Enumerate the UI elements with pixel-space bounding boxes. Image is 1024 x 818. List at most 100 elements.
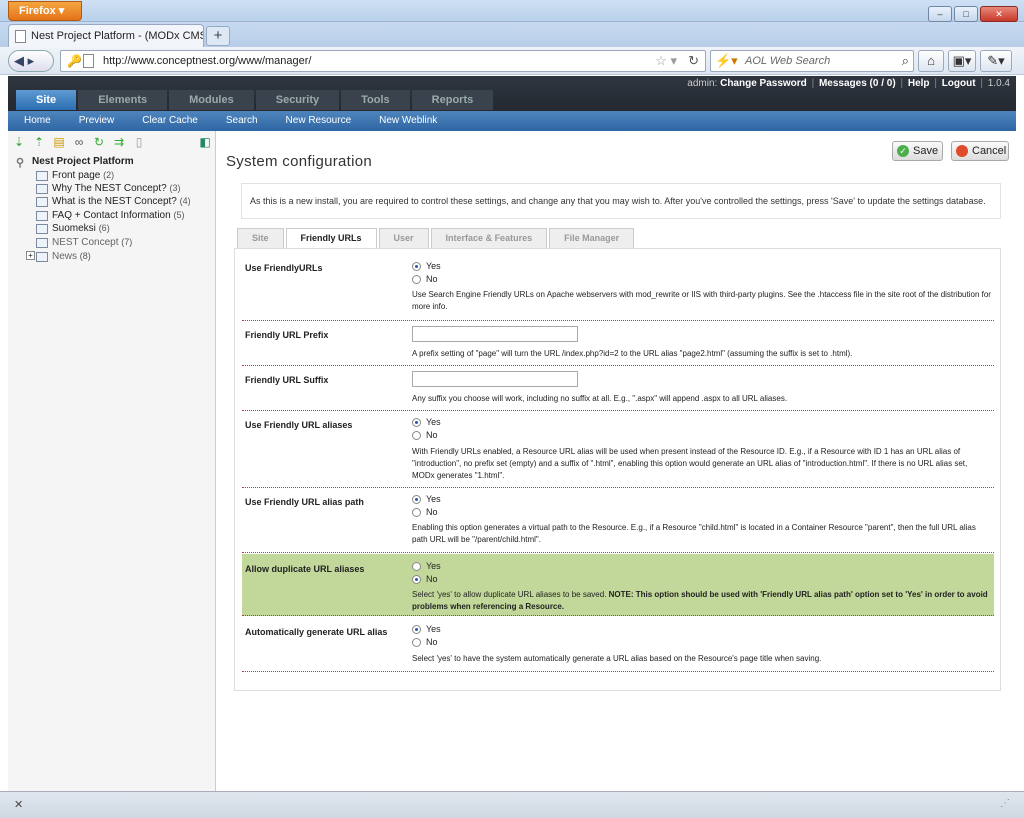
cancel-icon xyxy=(956,145,968,157)
version-label: 1.0.4 xyxy=(987,78,1010,89)
tree-item[interactable]: Why The NEST Concept? (3) xyxy=(36,183,180,194)
check-icon: ✓ xyxy=(897,145,909,157)
new-resource-icon[interactable]: ▤ xyxy=(52,135,66,153)
window-titlebar: Firefox ▾ – □ ✕ xyxy=(0,0,1024,22)
page-title: System configuration xyxy=(226,153,373,170)
nav-tools[interactable]: Tools xyxy=(341,90,410,110)
maximize-button[interactable]: □ xyxy=(954,6,978,22)
document-icon xyxy=(36,184,48,194)
cancel-button[interactable]: Cancel xyxy=(951,141,1009,161)
url-suffix-input[interactable] xyxy=(412,371,578,387)
subnav-clear-cache[interactable]: Clear Cache xyxy=(142,111,198,131)
messages-link[interactable]: Messages (0 / 0) xyxy=(819,78,896,89)
help-link[interactable]: Help xyxy=(908,78,930,89)
main-nav: Site Elements Modules Security Tools Rep… xyxy=(16,90,494,110)
document-icon xyxy=(36,224,48,234)
new-tab-button[interactable]: + xyxy=(206,26,230,46)
expand-tree-icon[interactable]: ⇣ xyxy=(12,135,26,153)
document-icon xyxy=(36,197,48,207)
radio-yes[interactable]: Yes xyxy=(412,417,441,428)
settings-panel: Use FriendlyURLs Yes No Use Search Engin… xyxy=(234,248,1001,691)
tree-root[interactable]: ⚲ Nest Project Platform xyxy=(16,156,134,169)
install-notice: As this is a new install, you are requir… xyxy=(241,183,1001,219)
nav-elements[interactable]: Elements xyxy=(78,90,168,110)
tab-site[interactable]: Site xyxy=(237,228,284,248)
close-window-button[interactable]: ✕ xyxy=(980,6,1018,22)
radio-no[interactable]: No xyxy=(412,637,438,648)
subnav-home[interactable]: Home xyxy=(24,111,51,131)
url-prefix-input[interactable] xyxy=(412,326,578,342)
subnav-search[interactable]: Search xyxy=(226,111,258,131)
radio-yes[interactable]: Yes xyxy=(412,261,441,272)
minimize-button[interactable]: – xyxy=(928,6,952,22)
change-password-link[interactable]: Change Password xyxy=(720,78,807,89)
setting-alias-path: Use Friendly URL alias path Yes No Enabl… xyxy=(242,488,994,553)
tab-user[interactable]: User xyxy=(378,228,429,248)
save-button[interactable]: ✓ Save xyxy=(892,141,943,161)
setting-auto-alias: Automatically generate URL alias Yes No … xyxy=(242,617,994,672)
user-bar: admin: Change Password | Messages (0 / 0… xyxy=(687,78,1010,89)
window-controls: – □ ✕ xyxy=(928,6,1018,22)
nav-modules[interactable]: Modules xyxy=(169,90,254,110)
sort-tree-icon[interactable]: ⇉ xyxy=(112,135,126,153)
tree-item[interactable]: What is the NEST Concept? (4) xyxy=(36,196,191,207)
search-icon[interactable]: ⌕ xyxy=(902,53,909,69)
close-addon-bar-icon[interactable]: ✕ xyxy=(14,798,23,811)
settings-tabs: Site Friendly URLs User Interface & Feat… xyxy=(237,228,635,249)
tree-item[interactable]: NEST Concept (7) xyxy=(36,237,132,248)
nav-site[interactable]: Site xyxy=(16,90,77,110)
main-content: System configuration ✓ Save Cancel As thi… xyxy=(217,131,1016,791)
tree-toolbar: ⇣ ⇡ ▤ ∞ ↻ ⇉ ▯ ◧ xyxy=(12,135,212,153)
search-input[interactable]: ⚡▾ AOL Web Search ⌕ xyxy=(710,50,914,72)
radio-no[interactable]: No xyxy=(412,430,438,441)
radio-yes[interactable]: Yes xyxy=(412,561,441,572)
collapse-tree-icon[interactable]: ⇡ xyxy=(32,135,46,153)
nav-security[interactable]: Security xyxy=(255,90,340,110)
navigation-toolbar: ◀ ▸ 🔑 http://www.conceptnest.org/www/man… xyxy=(0,47,1024,75)
bookmarks-button[interactable]: ▣▾ xyxy=(948,50,976,72)
setting-duplicate-aliases: Allow duplicate URL aliases Yes No Selec… xyxy=(242,554,994,616)
subnav-new-resource[interactable]: New Resource xyxy=(286,111,352,131)
tree-item[interactable]: Front page (2) xyxy=(36,170,114,181)
tools-button[interactable]: ✎▾ xyxy=(980,50,1012,72)
tab-friendly-urls[interactable]: Friendly URLs xyxy=(285,228,377,249)
radio-no[interactable]: No xyxy=(412,274,438,285)
resize-grip-icon[interactable]: ⋰ xyxy=(1000,798,1010,809)
tab-interface-features[interactable]: Interface & Features xyxy=(430,228,548,248)
folder-icon xyxy=(36,252,48,262)
browser-tab[interactable]: Nest Project Platform - (MODx CMS Ma... xyxy=(8,24,204,47)
radio-no[interactable]: No xyxy=(412,507,438,518)
subnav-new-weblink[interactable]: New Weblink xyxy=(379,111,437,131)
firefox-menu-button[interactable]: Firefox ▾ xyxy=(8,1,82,21)
search-engine-icon[interactable]: ⚡▾ xyxy=(715,53,738,69)
reload-icon[interactable]: ↻ xyxy=(688,53,699,69)
radio-no[interactable]: No xyxy=(412,574,438,585)
tree-item[interactable]: FAQ + Contact Information (5) xyxy=(36,210,184,221)
refresh-tree-icon[interactable]: ↻ xyxy=(92,135,106,153)
url-bar[interactable]: 🔑 http://www.conceptnest.org/www/manager… xyxy=(60,50,706,72)
page-icon xyxy=(83,54,94,68)
tree-root-label: Nest Project Platform xyxy=(32,156,134,167)
subnav-preview[interactable]: Preview xyxy=(79,111,115,131)
radio-yes[interactable]: Yes xyxy=(412,624,441,635)
purge-icon[interactable]: ▯ xyxy=(132,135,146,153)
site-identity-icon[interactable]: 🔑 xyxy=(67,54,82,68)
setting-url-prefix: Friendly URL Prefix A prefix setting of … xyxy=(242,321,994,366)
back-forward-button[interactable]: ◀ ▸ xyxy=(8,50,54,72)
tab-file-manager[interactable]: File Manager xyxy=(549,228,635,248)
tree-item-folder[interactable]: News (8) xyxy=(36,251,91,262)
search-placeholder: AOL Web Search xyxy=(745,55,831,67)
logout-link[interactable]: Logout xyxy=(942,78,976,89)
tree-item[interactable]: Suomeksi (6) xyxy=(36,223,110,234)
new-weblink-icon[interactable]: ∞ xyxy=(72,135,86,153)
radio-yes[interactable]: Yes xyxy=(412,494,441,505)
bookmark-star-icon[interactable]: ☆ ▾ xyxy=(655,53,677,69)
user-name: admin: xyxy=(687,78,718,89)
tab-title: Nest Project Platform - (MODx CMS Ma... xyxy=(31,30,203,42)
nav-reports[interactable]: Reports xyxy=(411,90,494,110)
setting-url-aliases: Use Friendly URL aliases Yes No With Fri… xyxy=(242,411,994,488)
setting-url-suffix: Friendly URL Suffix Any suffix you choos… xyxy=(242,366,994,411)
expand-toggle-icon[interactable]: + xyxy=(26,251,35,260)
hide-tree-icon[interactable]: ◧ xyxy=(198,135,212,149)
home-button[interactable]: ⌂ xyxy=(918,50,944,72)
